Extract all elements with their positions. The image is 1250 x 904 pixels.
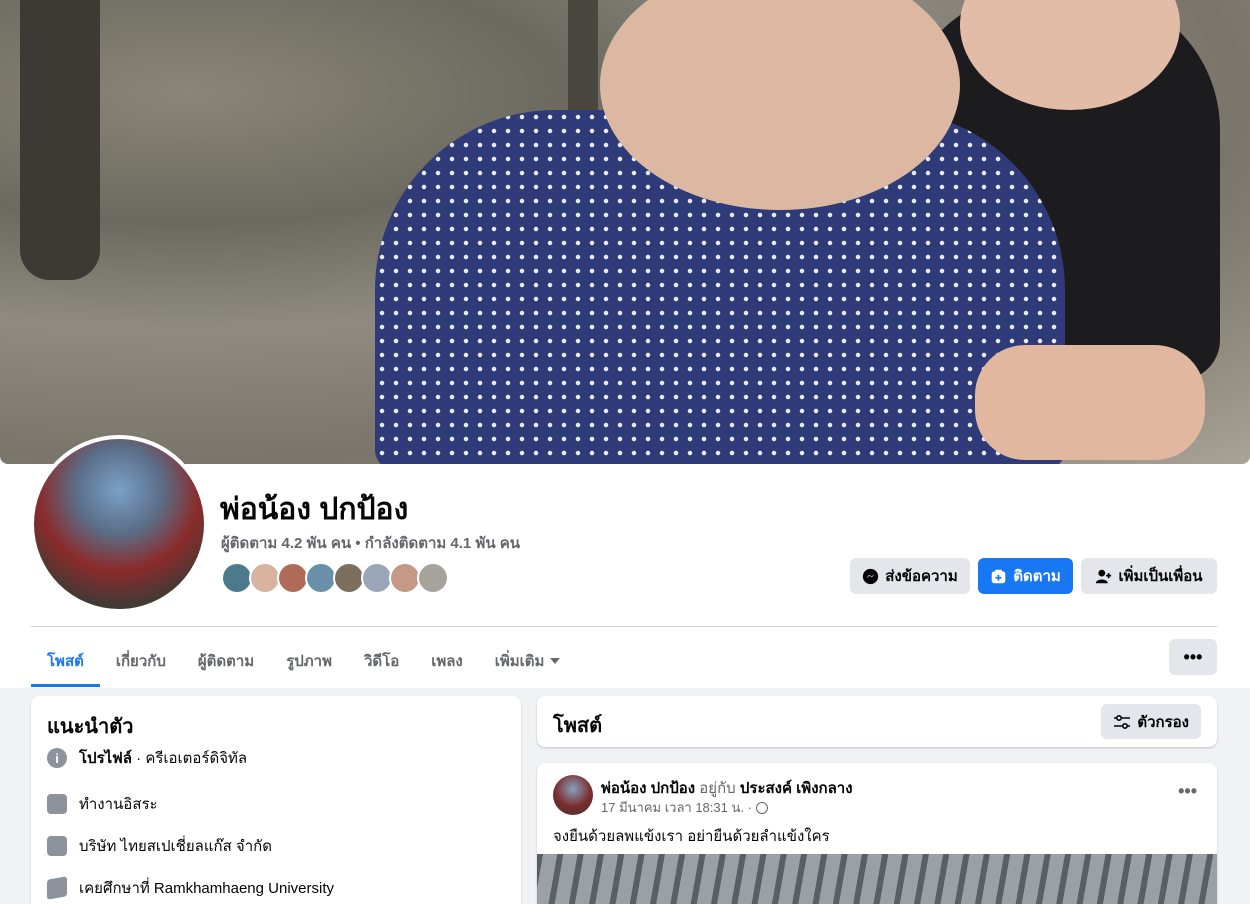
intro-profile-text: โปรไฟล์ · ครีเอเตอร์ดิจิทัล	[79, 746, 247, 770]
post-meta: 17 มีนาคม เวลา 18:31 น. ·	[601, 797, 768, 818]
follow-button-label: ติดตาม	[1013, 568, 1061, 585]
messenger-icon	[863, 568, 879, 584]
tab-followers-label: ผู้ติดตาม	[197, 653, 255, 670]
intro-work-text: ทำงานอิสระ	[79, 796, 158, 813]
graduation-cap-icon	[47, 876, 67, 900]
profile-avatar-ring[interactable]	[30, 435, 208, 613]
follow-button[interactable]: ติดตาม	[978, 558, 1073, 594]
filter-button[interactable]: ตัวกรอง	[1101, 704, 1201, 739]
add-friend-button-label: เพิ่มเป็นเพื่อน	[1118, 568, 1203, 585]
post-timestamp[interactable]: 17 มีนาคม เวลา 18:31 น. ·	[601, 797, 752, 818]
header-divider	[31, 626, 1217, 627]
post-author-avatar[interactable]	[553, 775, 593, 815]
intro-title: แนะนำตัว	[47, 716, 134, 738]
tab-videos[interactable]: วิดีโอ	[348, 636, 415, 686]
profile-tabs: โพสต์ เกี่ยวกับ ผู้ติดตาม รูปภาพ วิดีโอ …	[31, 636, 576, 688]
cover-hand	[975, 345, 1205, 460]
tab-more-label: เพิ่มเติม	[494, 653, 545, 670]
add-friend-icon	[1096, 569, 1112, 583]
posts-title: โพสต์	[553, 715, 603, 737]
profile-name: พ่อน้อง ปกป้อง	[220, 493, 409, 526]
tab-photos-label: รูปภาพ	[286, 653, 332, 670]
briefcase-icon	[47, 836, 67, 856]
intro-profile-row: i โปรไฟล์ · ครีเอเตอร์ดิจิทัล	[47, 746, 247, 770]
post-with-word: อยู่กับ	[695, 780, 740, 797]
posts-header-card: โพสต์ ตัวกรอง	[537, 696, 1217, 747]
post-text: จงยืนด้วยลพแข้งเรา อย่ายืนด้วยลำแข้งใคร	[553, 828, 830, 845]
tab-more[interactable]: เพิ่มเติม	[479, 636, 577, 686]
info-icon: i	[47, 748, 67, 768]
intro-company-row: บริษัท ไทยสเปเชี่ยลแก๊ส จำกัด	[47, 834, 272, 858]
chevron-down-icon	[550, 658, 561, 664]
intro-education-text: เคยศึกษาที่ Ramkhamhaeng University	[79, 880, 334, 897]
message-button[interactable]: ส่งข้อความ	[850, 558, 970, 594]
cover-tree-trunk	[20, 0, 100, 280]
intro-profile-rest: · ครีเอเตอร์ดิจิทัล	[132, 750, 248, 767]
post-author-name[interactable]: พ่อน้อง ปกป้อง	[601, 780, 695, 797]
intro-profile-strong: โปรไฟล์	[79, 750, 132, 767]
intro-card: แนะนำตัว i โปรไฟล์ · ครีเอเตอร์ดิจิทัล ท…	[31, 696, 521, 904]
message-button-label: ส่งข้อความ	[885, 568, 958, 585]
tab-about[interactable]: เกี่ยวกับ	[100, 636, 182, 686]
globe-icon	[755, 801, 768, 814]
tab-videos-label: วิดีโอ	[363, 653, 400, 670]
tab-followers[interactable]: ผู้ติดตาม	[182, 636, 270, 686]
tab-music[interactable]: เพลง	[415, 636, 479, 686]
post-options-button[interactable]: •••	[1178, 781, 1197, 802]
briefcase-icon	[47, 794, 67, 814]
more-options-button[interactable]: •••	[1169, 639, 1217, 675]
intro-education-row: เคยศึกษาที่ Ramkhamhaeng University	[47, 876, 334, 900]
tab-posts-label: โพสต์	[47, 653, 84, 670]
filter-button-label: ตัวกรอง	[1137, 713, 1189, 731]
follow-icon	[991, 569, 1006, 583]
cover-photo[interactable]	[0, 0, 1250, 464]
post-card: พ่อน้อง ปกป้อง อยู่กับ ประสงค์ เพิงกลาง …	[537, 763, 1217, 904]
friend-avatar[interactable]	[417, 562, 449, 594]
post-tagged-name[interactable]: ประสงค์ เพิงกลาง	[740, 780, 853, 797]
follower-stats[interactable]: ผู้ติดตาม 4.2 พัน คน • กำลังติดตาม 4.1 พ…	[221, 531, 520, 555]
post-image[interactable]	[537, 854, 1217, 904]
tab-posts[interactable]: โพสต์	[31, 636, 100, 687]
filter-icon	[1114, 714, 1131, 729]
tab-music-label: เพลง	[431, 653, 463, 670]
intro-company-text: บริษัท ไทยสเปเชี่ยลแก๊ส จำกัด	[79, 838, 272, 855]
profile-avatar[interactable]	[34, 439, 204, 609]
tab-photos[interactable]: รูปภาพ	[270, 636, 348, 686]
friend-avatars	[221, 562, 449, 594]
profile-header: พ่อน้อง ปกป้อง ผู้ติดตาม 4.2 พัน คน • กำ…	[0, 0, 1250, 688]
tab-about-label: เกี่ยวกับ	[115, 653, 166, 670]
intro-work-row: ทำงานอิสระ	[47, 792, 158, 816]
add-friend-button[interactable]: เพิ่มเป็นเพื่อน	[1081, 558, 1217, 594]
